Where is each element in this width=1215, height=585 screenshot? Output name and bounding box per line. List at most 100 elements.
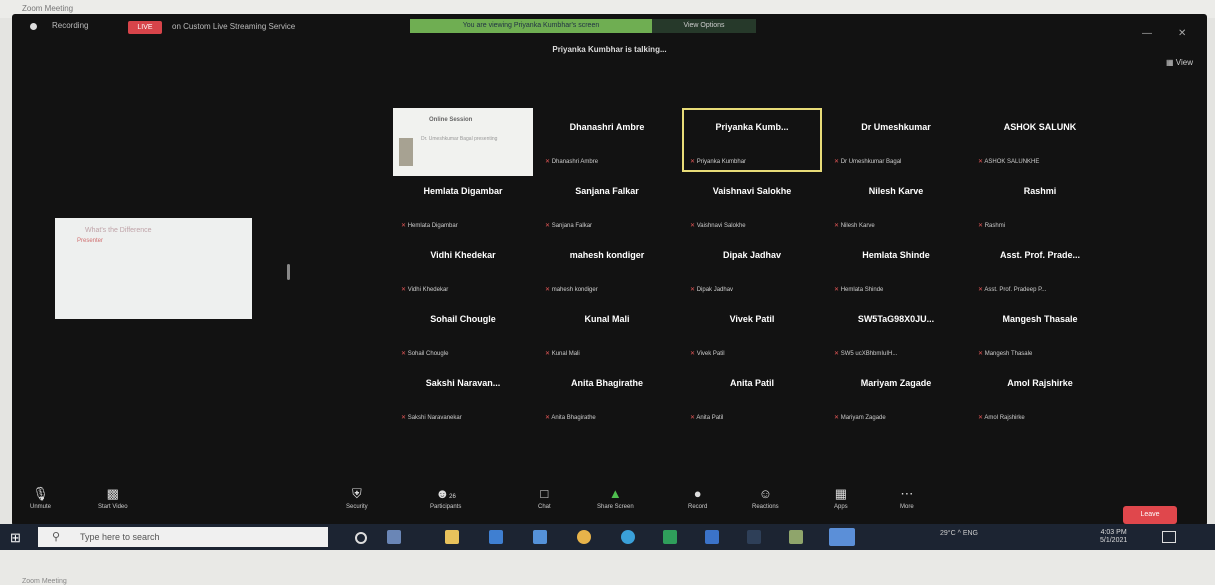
zoom-taskbar-icon[interactable] [829, 528, 855, 546]
photos-icon[interactable] [789, 530, 803, 544]
chrome-icon[interactable] [577, 530, 591, 544]
security-button[interactable]: ⛨ Security [346, 486, 368, 510]
excel-icon[interactable] [663, 530, 677, 544]
participants-count: 26 [449, 494, 456, 500]
second-window-title: Zoom Meeting [22, 578, 67, 585]
panel-splitter-handle[interactable] [287, 264, 290, 280]
store-icon[interactable] [489, 530, 503, 544]
share-screen-label: Share Screen [597, 504, 634, 510]
shared-screen-thumbnail[interactable]: What's the Difference Presenter [55, 218, 252, 319]
participant-tile[interactable]: Hemlata Shinde Hemlata Shinde [826, 236, 966, 300]
task-view-icon[interactable] [387, 530, 401, 544]
participant-name: Hemlata Shinde [862, 250, 930, 260]
windows-taskbar: ⊞ ⚲ Type here to search 29°C ^ ENG 4:03 … [0, 524, 1215, 550]
microphone-icon: 🎙 [32, 486, 49, 501]
search-placeholder: Type here to search [80, 532, 160, 542]
notification-icon[interactable] [1162, 531, 1176, 543]
start-video-button[interactable]: ▩ Start Video [98, 486, 128, 510]
participant-name: Asst. Prof. Prade... [999, 250, 1081, 260]
participant-label: mahesh kondiger [545, 286, 598, 293]
participant-label: Nilesh Karve [834, 222, 875, 229]
participant-tile[interactable]: Rashmi Rashmi [970, 172, 1110, 236]
view-options-button[interactable]: View Options [652, 19, 756, 33]
apps-icon: ▦ [834, 486, 847, 501]
participant-tile[interactable]: mahesh kondiger mahesh kondiger [537, 236, 677, 300]
stream-service-label[interactable]: on Custom Live Streaming Service [172, 22, 295, 31]
taskbar-clock[interactable]: 4:03 PM 5/1/2021 [1100, 529, 1127, 545]
participant-tile[interactable]: Anita Patil Anita Patil [682, 364, 822, 428]
participant-label: Vaishnavi Salokhe [690, 222, 746, 229]
unmute-button[interactable]: 🎙 Unmute [30, 486, 51, 510]
file-explorer-icon[interactable] [445, 530, 459, 544]
participant-tile[interactable]: Sanjana Falkar Sanjana Falkar [537, 172, 677, 236]
cortana-icon[interactable] [355, 532, 367, 544]
view-toggle-label: View [1175, 58, 1193, 67]
participant-tile[interactable]: Mariyam Zagade Mariyam Zagade [826, 364, 966, 428]
participant-tile[interactable]: ASHOK SALUNK ASHOK SALUNKHE [970, 108, 1110, 172]
participant-tile[interactable]: Anita Bhagirathe Anita Bhagirathe [537, 364, 677, 428]
close-icon[interactable]: ✕ [1178, 28, 1186, 39]
participant-tile[interactable]: Vaishnavi Salokhe Vaishnavi Salokhe [682, 172, 822, 236]
apps-button[interactable]: ▦ Apps [834, 486, 848, 510]
participant-label: Rashmi [978, 222, 1005, 229]
participant-tile[interactable]: Vivek Patil Vivek Patil [682, 300, 822, 364]
participant-name: Priyanka Kumb... [715, 122, 789, 132]
shared-screen-sub: Presenter [77, 238, 104, 244]
participant-name: Rashmi [1023, 186, 1057, 196]
participant-name: Dhanashri Ambre [569, 122, 645, 132]
windows-start-icon[interactable]: ⊞ [10, 530, 21, 546]
participant-label: Vivek Patil [690, 350, 725, 357]
recording-status[interactable]: Recording [52, 21, 88, 30]
participant-tile[interactable]: Dhanashri Ambre Dhanashri Ambre [537, 108, 677, 172]
unmute-label: Unmute [30, 504, 52, 510]
terminal-icon[interactable] [747, 530, 761, 544]
participant-tile[interactable]: Dipak Jadhav Dipak Jadhav [682, 236, 822, 300]
participant-tile[interactable]: Asst. Prof. Prade... Asst. Prof. Pradeep … [970, 236, 1110, 300]
participant-video-tile[interactable]: Online Session Dr. Umeshkumar Bagal pres… [393, 108, 533, 176]
participant-tile[interactable]: Sakshi Naravan... Sakshi Naravanekar [393, 364, 533, 428]
participant-tile[interactable]: Priyanka Kumb... Priyanka Kumbhar [682, 108, 822, 172]
mail-icon[interactable] [533, 530, 547, 544]
search-icon: ⚲ [52, 531, 61, 543]
participant-name: Sanjana Falkar [575, 186, 639, 196]
participant-tile[interactable]: Dr Umeshkumar Dr Umeshkumar Bagal [826, 108, 966, 172]
share-screen-button[interactable]: ▲ Share Screen [597, 486, 634, 510]
system-tray[interactable]: 29°C ^ ENG [940, 530, 978, 537]
participant-label: Sanjana Falkar [545, 222, 592, 229]
end-meeting-button[interactable]: Leave [1123, 506, 1177, 524]
participants-button[interactable]: ☻26 Participants [430, 486, 461, 510]
participant-tile[interactable]: Kunal Mali Kunal Mali [537, 300, 677, 364]
participant-tile[interactable]: SW5TaG98X0JU... SW5 ucXBhbmIuIH... [826, 300, 966, 364]
participant-label: Sohail Chougle [401, 350, 449, 357]
participant-name: Vidhi Khedekar [430, 250, 496, 260]
participant-tile[interactable]: Sohail Chougle Sohail Chougle [393, 300, 533, 364]
participant-name: Mangesh Thasale [1002, 314, 1078, 324]
participant-name: Nilesh Karve [868, 186, 924, 196]
clock-date: 5/1/2021 [1100, 537, 1128, 544]
participant-name: mahesh kondiger [569, 250, 645, 260]
word-icon[interactable] [705, 530, 719, 544]
more-button[interactable]: ⋯ More [900, 486, 914, 510]
participant-tile[interactable]: Nilesh Karve Nilesh Karve [826, 172, 966, 236]
participant-tile[interactable]: Mangesh Thasale Mangesh Thasale [970, 300, 1110, 364]
chat-button[interactable]: □ Chat [538, 486, 551, 510]
participant-tile[interactable]: Hemlata Digambar Hemlata Digambar [393, 172, 533, 236]
taskbar-search-input[interactable]: ⚲ Type here to search [38, 527, 328, 547]
minimize-icon[interactable]: — [1142, 28, 1152, 39]
participant-tile[interactable]: Amol Rajshirke Amol Rajshirke [970, 364, 1110, 428]
live-badge[interactable]: LIVE [128, 21, 162, 34]
record-button[interactable]: ● Record [688, 486, 707, 510]
smiley-icon: ☺ [758, 486, 772, 501]
view-toggle-button[interactable]: ▦ View [1166, 58, 1193, 67]
edge-icon[interactable] [621, 530, 635, 544]
reactions-label: Reactions [752, 504, 779, 510]
meeting-window: Recording LIVE on Custom Live Streaming … [12, 14, 1207, 526]
participant-tile[interactable]: Vidhi Khedekar Vidhi Khedekar [393, 236, 533, 300]
reactions-button[interactable]: ☺ Reactions [752, 486, 779, 510]
participant-label: Anita Patil [690, 414, 723, 421]
share-screen-icon: ▲ [608, 486, 622, 501]
participant-label: Asst. Prof. Pradeep P... [978, 286, 1046, 293]
participant-label: Dr Umeshkumar Bagal [834, 158, 902, 165]
participant-label: ASHOK SALUNKHE [978, 158, 1039, 165]
participant-name: Vaishnavi Salokhe [712, 186, 792, 196]
